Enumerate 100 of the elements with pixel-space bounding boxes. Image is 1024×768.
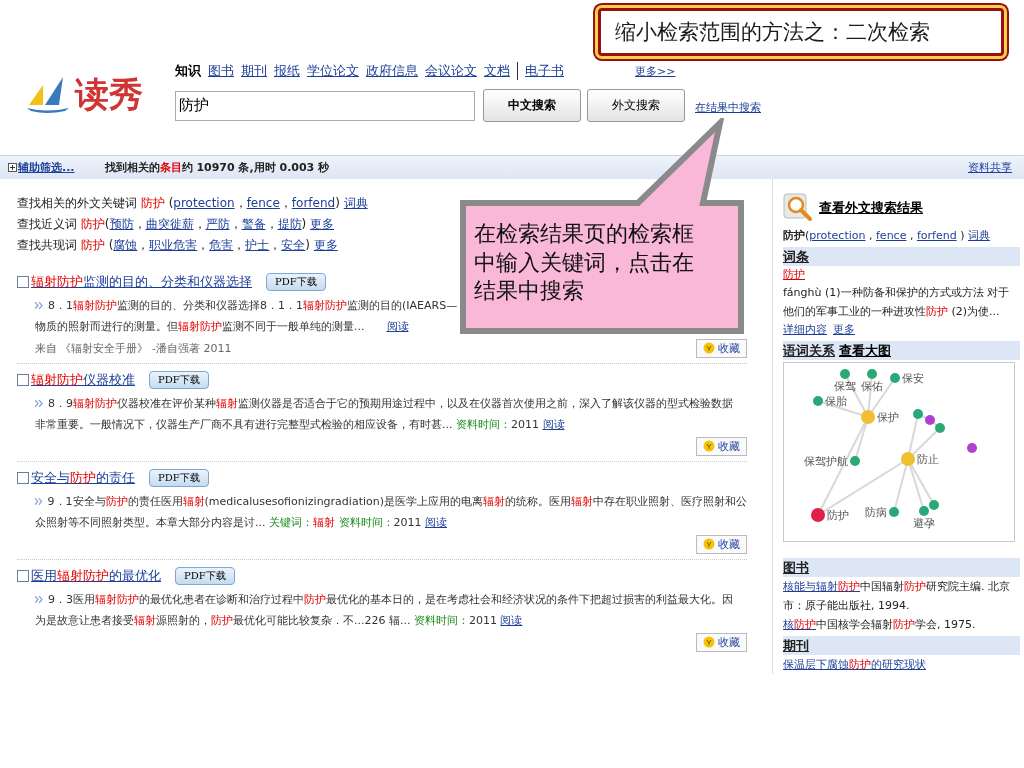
search-field[interactable]: 防护 (175, 90, 475, 121)
term-link[interactable]: 安全 (281, 238, 306, 252)
term-link[interactable]: 更多 (310, 217, 334, 231)
site-logo-text: 读秀 (75, 73, 143, 116)
checkbox[interactable] (17, 570, 29, 582)
node-label: 避孕 (913, 517, 935, 530)
graph-node[interactable] (935, 423, 945, 433)
snippet-text: 8．9辐射防护仪器校准在评价某种辐射监测仪器是否适合于它的预期用途过程中，以及在仪器首次使用之前，深入了解该仪器的型式检验数据 (48, 396, 733, 412)
term-link[interactable]: 护士 (245, 238, 270, 252)
graph-node[interactable] (861, 410, 875, 424)
node-label: 防病 (865, 506, 887, 519)
term-link[interactable]: fence (246, 196, 280, 210)
graph-node[interactable] (929, 500, 939, 510)
graph-node[interactable] (811, 508, 825, 522)
term-link[interactable]: 警备 (241, 217, 266, 231)
graph-node[interactable] (901, 452, 915, 466)
favorite-button[interactable]: 收藏 (696, 534, 747, 554)
term-link[interactable]: 严防 (205, 217, 230, 231)
term-link[interactable]: 职业危害 (149, 238, 198, 252)
checkbox[interactable] (17, 374, 29, 386)
graph-node[interactable] (867, 369, 877, 379)
checkbox[interactable] (17, 276, 29, 288)
term-link[interactable]: 更多 (313, 238, 338, 252)
read-link[interactable]: 阅读 (500, 614, 523, 627)
term-link[interactable]: fence (876, 229, 907, 242)
node-label: 防止 (917, 453, 939, 466)
graph-node[interactable] (890, 373, 900, 383)
entry-link[interactable]: 更多 (833, 321, 855, 339)
search-button[interactable]: 外文搜索 (587, 89, 685, 122)
snippet-text: 8．1辐射防护监测的目的、分类和仪器选择8．1．1辐射防护监测的目的(IAEARS— (48, 298, 458, 314)
definition-text: fánghù (1)一种防备和保护的方式或方法 对于他们的军事工业的一种进攻性防护 (2)为使... (783, 285, 1011, 320)
graph-node[interactable] (850, 456, 860, 466)
category-tab[interactable]: 期刊 (241, 62, 267, 80)
magnifier-icon (783, 193, 813, 223)
term-link[interactable]: 曲突徙薪 (145, 217, 194, 231)
sailboat-logo-icon (25, 75, 71, 115)
book-entry: 核防护中国核学会辐射防护学会, 1975. (783, 617, 977, 633)
term-link[interactable]: 词典 (343, 196, 368, 210)
foreign-terms-line: 防护(protection , fence , forfend ) 词典 (783, 228, 991, 244)
graph-node[interactable] (840, 369, 850, 379)
category-tab[interactable]: 文档 (484, 62, 510, 80)
double-chevron-icon (35, 302, 43, 309)
term-link[interactable]: 腐蚀 (113, 238, 138, 252)
term-link[interactable]: 词典 (967, 229, 990, 242)
graph-node[interactable] (813, 396, 823, 406)
graph-node[interactable] (913, 409, 923, 419)
entry-link[interactable]: 详细内容 (783, 321, 827, 339)
result-count-text: 找到相关的条目约 10970 条,用时 0.003 秒 (104, 160, 330, 175)
foreign-results-link[interactable]: 查看外文搜索结果 (819, 199, 923, 217)
double-chevron-icon (35, 596, 43, 603)
term-link[interactable]: 预防 (109, 217, 134, 231)
category-tab[interactable]: 政府信息 (366, 62, 418, 80)
graph-node[interactable] (919, 506, 929, 516)
result-title-link[interactable]: 医用辐射防护的最优化 (31, 567, 161, 585)
pdf-download-button[interactable]: PDF下载 (266, 273, 326, 291)
related-terms-line: 查找近义词 防护(预防，曲突徙薪，严防，警备，提防) 更多 (17, 216, 334, 233)
category-tab[interactable]: 会议论文 (425, 62, 477, 80)
search-button[interactable]: 中文搜索 (483, 89, 581, 122)
expand-plus-icon[interactable] (8, 163, 17, 172)
section-heading: 语词关系 (783, 342, 835, 360)
share-link[interactable]: 资料共享 (968, 160, 1012, 175)
node-label: 防护 (827, 509, 849, 522)
journal-title-link[interactable]: 保温层下腐蚀防护的研究现状 (783, 658, 926, 671)
favorite-button[interactable]: 收藏 (696, 338, 747, 358)
checkbox[interactable] (17, 472, 29, 484)
pdf-download-button[interactable]: PDF下载 (149, 371, 209, 389)
snippet-text: 9．1安全与防护的责任医用辐射(medicalusesofionizingradiation)是医学上应用的电离辐射的统称。医用辐射中存在职业照射、医疗照射和公 (47, 494, 747, 510)
pdf-download-button[interactable]: PDF下载 (175, 567, 235, 585)
book-title-link[interactable]: 核能与辐射防护 (783, 580, 860, 593)
favorite-button[interactable]: 收藏 (696, 632, 747, 652)
term-link[interactable]: 危害 (209, 238, 234, 252)
node-label: 保安 (902, 372, 924, 385)
pdf-download-button[interactable]: PDF下载 (149, 469, 209, 487)
term-link[interactable]: forfend (291, 196, 336, 210)
view-large-graph-link[interactable]: 查看大图 (839, 341, 891, 360)
category-tab[interactable]: 电子书 (517, 62, 564, 80)
term-link[interactable]: 提防 (277, 217, 302, 231)
node-label: 保护 (877, 411, 899, 424)
term-link[interactable]: forfend (916, 229, 957, 242)
filter-toggle-link[interactable]: 辅助筛选... (18, 160, 75, 175)
read-link[interactable]: 阅读 (425, 516, 447, 529)
category-tab[interactable]: 报纸 (274, 62, 300, 80)
category-tab[interactable]: 学位论文 (307, 62, 359, 80)
category-tab[interactable]: 图书 (208, 62, 234, 80)
graph-node[interactable] (889, 507, 899, 517)
term-link[interactable]: protection (173, 196, 235, 210)
section-heading: 图书 (783, 558, 1020, 577)
graph-node[interactable] (967, 443, 977, 453)
section-heading: 期刊 (783, 636, 1020, 655)
graph-node[interactable] (925, 415, 935, 425)
category-tab[interactable]: 知识 (175, 62, 201, 80)
more-link[interactable]: 更多>> (635, 63, 676, 79)
book-title-link[interactable]: 核防护 (783, 618, 816, 631)
term-link[interactable]: protection (809, 229, 866, 242)
read-link[interactable]: 阅读 (542, 418, 565, 431)
search-within-results-link[interactable]: 在结果中搜索 (695, 100, 761, 115)
node-label: 保驾护航 (804, 455, 848, 468)
read-link[interactable]: 阅读 (386, 320, 409, 333)
entry-word-link[interactable]: 防护 (783, 266, 1020, 283)
favorite-button[interactable]: 收藏 (696, 436, 747, 456)
